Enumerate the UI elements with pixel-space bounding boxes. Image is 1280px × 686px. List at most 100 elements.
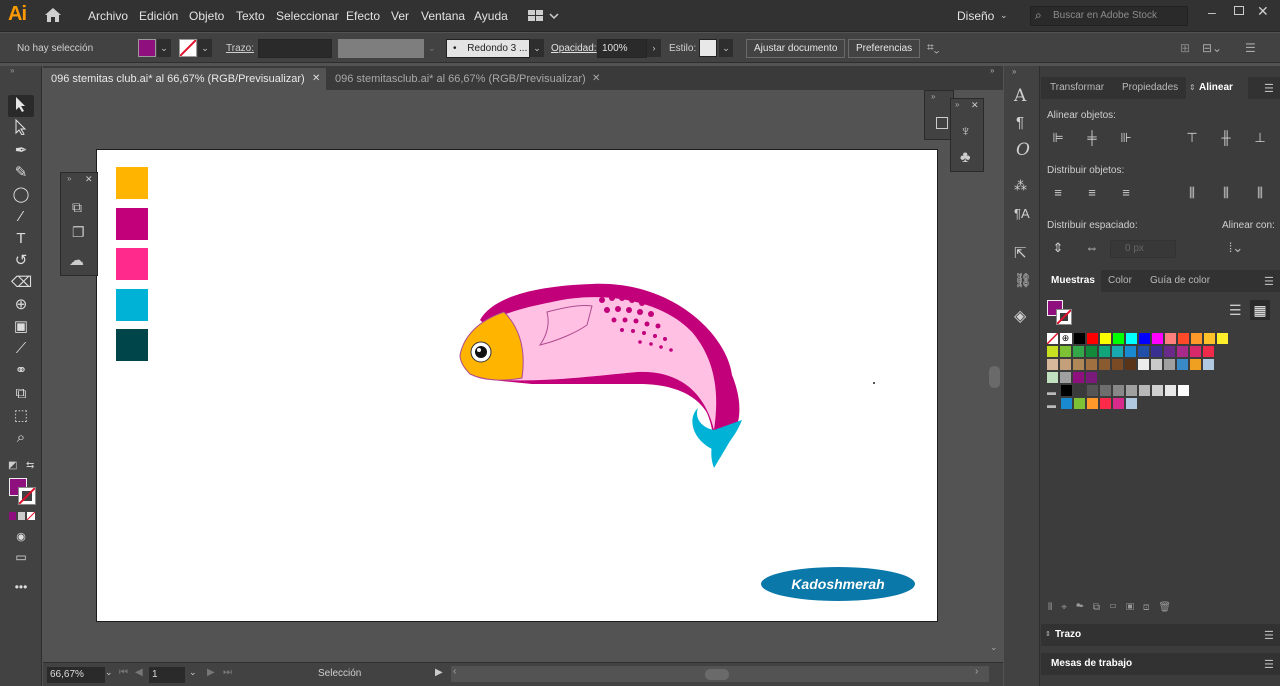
collapse-icon[interactable]: » (1012, 67, 1016, 76)
panel-menu-icon[interactable]: ☰ (1264, 658, 1274, 671)
stroke-dropdown[interactable]: ⌄ (198, 39, 212, 57)
eraser-tool-icon[interactable]: ⌫ (11, 273, 32, 293)
menu-ventana[interactable]: Ventana (421, 9, 465, 23)
rotate-tool-icon[interactable]: ↺ (11, 251, 31, 271)
canvas-frame-icon[interactable] (936, 117, 948, 129)
paragraph-styles-icon[interactable]: ¶A (1014, 206, 1030, 221)
paragraph-panel-icon[interactable]: ¶ (1016, 114, 1024, 131)
swatch-cell[interactable] (1164, 359, 1175, 370)
artboard-color-swatch[interactable] (116, 288, 148, 321)
none-swatch[interactable] (1046, 332, 1059, 345)
zoom-field[interactable]: 66,67% (47, 667, 105, 683)
brushes-icon[interactable]: ♆ (960, 123, 971, 140)
swatch-cell[interactable] (1151, 359, 1162, 370)
last-artboard-button[interactable]: ⏭ (223, 667, 232, 678)
swatch-cell[interactable] (1164, 346, 1175, 357)
swatch-cell[interactable] (1177, 359, 1188, 370)
swatch-cell[interactable] (1060, 372, 1071, 383)
swatch-cell[interactable] (1074, 333, 1085, 344)
swatch-cell[interactable] (1125, 359, 1136, 370)
stroke-indicator[interactable] (18, 487, 36, 505)
swatch-cell[interactable] (1100, 333, 1111, 344)
brush-dropdown[interactable]: ⌄ (530, 39, 544, 57)
graphic-style-swatch[interactable] (699, 39, 717, 57)
tab-properties[interactable]: Propiedades (1122, 77, 1178, 99)
swatch-cell[interactable] (1100, 385, 1111, 396)
close-tab-icon[interactable]: ✕ (592, 73, 600, 84)
stroke-weight-field[interactable] (258, 39, 332, 58)
swatch-cell[interactable] (1086, 346, 1097, 357)
swatch-cell[interactable] (1112, 359, 1123, 370)
status-menu-arrow[interactable]: ▶ (435, 667, 443, 678)
menu-edicion[interactable]: Edición (139, 9, 178, 23)
home-icon[interactable] (44, 7, 62, 23)
swatch-cell[interactable] (1074, 385, 1085, 396)
curvature-tool-icon[interactable]: ✎ (11, 163, 31, 183)
slice-tool-icon[interactable]: ⬚ (11, 406, 31, 426)
profile-dropdown[interactable]: ⌄ (428, 43, 436, 54)
panel-menu-icon[interactable]: ☰ (1264, 82, 1274, 95)
zoom-tool-icon[interactable]: ⌕ (11, 428, 31, 448)
distribute-left-icon[interactable]: ⫼ (1184, 185, 1200, 201)
swatch-cell[interactable] (1191, 333, 1202, 344)
swatch-cell[interactable] (1126, 333, 1137, 344)
artboard-tool-icon[interactable]: ⧉ (11, 384, 31, 404)
search-input[interactable]: Buscar en Adobe Stock (1053, 10, 1157, 21)
menu-objeto[interactable]: Objeto (189, 9, 224, 23)
swatch-cell[interactable] (1087, 398, 1098, 409)
stroke-color-swatch[interactable] (179, 39, 197, 57)
swap-colors-icon[interactable]: ⇆ (26, 460, 34, 471)
preferences-button[interactable]: Preferencias (848, 39, 921, 58)
tab-active-label[interactable]: 096 stemitas club.ai* al 66,67% (RGB/Pre… (44, 68, 312, 90)
swatch-cell[interactable] (1190, 359, 1201, 370)
swatch-cell[interactable] (1126, 398, 1137, 409)
swatch-cell[interactable] (1113, 333, 1124, 344)
swatch-cell[interactable] (1139, 333, 1150, 344)
swatch-cell[interactable] (1047, 359, 1058, 370)
maximize-button[interactable] (1234, 6, 1244, 15)
fill-color-swatch[interactable] (138, 39, 156, 57)
artboard-dropdown[interactable]: ⌄ (189, 667, 197, 678)
first-artboard-button[interactable]: ⏮ (119, 667, 128, 678)
gradient-tool-icon[interactable]: ▣ (11, 317, 31, 337)
artboard-color-swatch[interactable] (116, 207, 148, 240)
horizontal-scroll-thumb[interactable] (705, 669, 729, 680)
symbols-icon[interactable]: ♣ (960, 149, 971, 167)
minimize-button[interactable]: – (1208, 4, 1216, 20)
pen-tool-icon[interactable]: ✒ (11, 141, 31, 161)
tab-transform[interactable]: Transformar (1050, 77, 1104, 99)
stroke-panel-header[interactable]: ⇕ Trazo ☰ (1041, 624, 1280, 646)
color-mode-icons[interactable] (9, 511, 36, 521)
scroll-right-arrow[interactable]: › (975, 666, 978, 677)
swatch-cell[interactable] (1113, 385, 1124, 396)
export-asset-icon[interactable]: ⇱ (1014, 244, 1027, 262)
swatch-cell[interactable] (1060, 359, 1071, 370)
align-options-icon[interactable]: ⊟⌄ (1202, 41, 1222, 55)
swatch-cell[interactable] (1073, 359, 1084, 370)
panel-menu-icon[interactable]: ☰ (1264, 629, 1274, 642)
brush-definition[interactable]: • Redondo 3 ... (446, 39, 530, 58)
swatch-cell[interactable] (1099, 359, 1110, 370)
swatch-cell[interactable] (1060, 346, 1071, 357)
align-right-icon[interactable]: ⊪ (1118, 130, 1134, 146)
tab-align[interactable]: Alinear (1199, 77, 1233, 99)
tab-inactive-label[interactable]: 096 stemitasclub.ai* al 66,67% (RGB/Prev… (328, 68, 593, 90)
swatch-cell[interactable] (1113, 398, 1124, 409)
fish-illustration[interactable] (452, 280, 762, 475)
swatch-cell[interactable] (1126, 385, 1137, 396)
character-panel-icon[interactable]: A (1014, 86, 1026, 106)
distribute-vertical-space-icon[interactable]: ⇕ (1050, 240, 1066, 256)
artboard[interactable]: Kadoshmerah (96, 149, 938, 622)
direct-selection-tool-icon[interactable] (11, 118, 31, 139)
swatch-cell[interactable] (1190, 346, 1201, 357)
swatch-cell[interactable] (1165, 333, 1176, 344)
close-tab-icon[interactable]: ✕ (312, 73, 320, 84)
distribute-bottom-icon[interactable]: ≡ (1118, 185, 1134, 201)
swatch-cell[interactable] (1099, 346, 1110, 357)
swatch-cell[interactable] (1047, 372, 1058, 383)
artboards-panel-header[interactable]: Mesas de trabajo ☰ (1041, 653, 1280, 675)
opacity-field[interactable]: 100% (597, 39, 647, 58)
swatch-stroke-indicator[interactable] (1056, 309, 1072, 325)
registration-swatch[interactable]: ⊕ (1060, 333, 1071, 344)
swatch-grid[interactable]: ▬ ▬ ⊕ (1046, 332, 1262, 418)
